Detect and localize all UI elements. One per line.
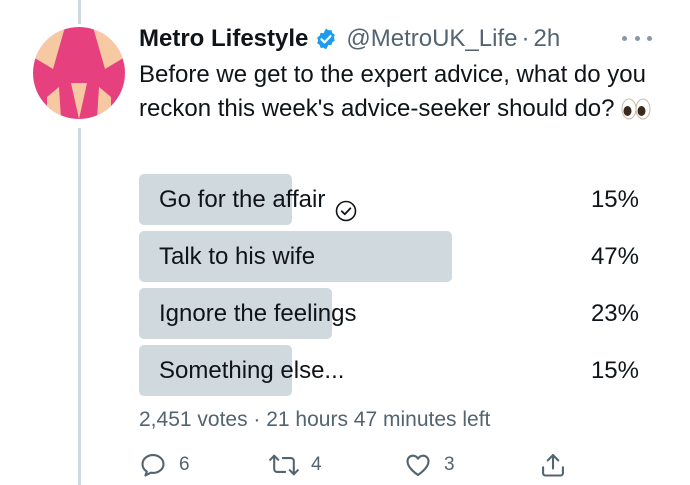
poll-option[interactable]: Talk to his wife 47% xyxy=(139,231,639,282)
share-button[interactable] xyxy=(539,448,567,482)
poll-option-percent: 23% xyxy=(590,300,639,327)
like-icon xyxy=(404,451,432,479)
poll-option[interactable]: Ignore the feelings 23% xyxy=(139,288,639,339)
poll-option-text: Ignore the feelings xyxy=(159,300,357,327)
poll-option-percent: 15% xyxy=(590,357,639,384)
poll-option[interactable]: Go for the affair 15% xyxy=(139,174,639,225)
eyes-emoji-icon xyxy=(621,96,651,130)
reply-button[interactable]: 6 xyxy=(139,448,190,482)
thread-line-bottom xyxy=(78,128,81,485)
verified-badge-icon xyxy=(314,27,338,51)
tweet-text-body: Before we get to the expert advice, what… xyxy=(139,61,646,122)
timestamp[interactable]: 2h xyxy=(533,25,560,53)
display-name[interactable]: Metro Lifestyle xyxy=(139,25,308,53)
like-count: 3 xyxy=(444,454,455,475)
reply-icon xyxy=(139,451,167,479)
poll-option-text: Talk to his wife xyxy=(159,243,316,270)
share-icon xyxy=(539,451,567,479)
poll-option-label: Ignore the feelings xyxy=(159,288,356,339)
poll-option-label: Talk to his wife xyxy=(159,231,315,282)
retweet-count: 4 xyxy=(311,454,322,475)
more-icon[interactable] xyxy=(622,26,652,50)
poll-meta: 2,451 votes · 21 hours 47 minutes left xyxy=(139,408,491,431)
thread-line-top xyxy=(78,0,81,24)
separator-dot: · xyxy=(521,25,530,52)
handle[interactable]: @MetroUK_Life xyxy=(346,25,517,53)
poll-option[interactable]: Something else... 15% xyxy=(139,345,639,396)
tweet-header: Metro Lifestyle @MetroUK_Life · 2h xyxy=(139,24,560,54)
check-circle-icon xyxy=(335,189,357,221)
poll: Go for the affair 15% Talk to his wife 4… xyxy=(139,174,639,402)
poll-option-text: Go for the affair xyxy=(159,186,326,213)
tweet-text: Before we get to the expert advice, what… xyxy=(139,58,674,130)
poll-option-label: Go for the affair xyxy=(159,174,357,225)
retweet-button[interactable]: 4 xyxy=(269,448,322,482)
avatar[interactable] xyxy=(33,27,125,119)
poll-option-text: Something else... xyxy=(159,357,345,384)
like-button[interactable]: 3 xyxy=(404,448,455,482)
tweet-actions: 6 4 3 xyxy=(139,448,579,482)
retweet-icon xyxy=(269,451,299,479)
poll-option-label: Something else... xyxy=(159,345,344,396)
poll-option-percent: 47% xyxy=(590,243,639,270)
poll-option-percent: 15% xyxy=(590,186,639,213)
reply-count: 6 xyxy=(179,454,190,475)
